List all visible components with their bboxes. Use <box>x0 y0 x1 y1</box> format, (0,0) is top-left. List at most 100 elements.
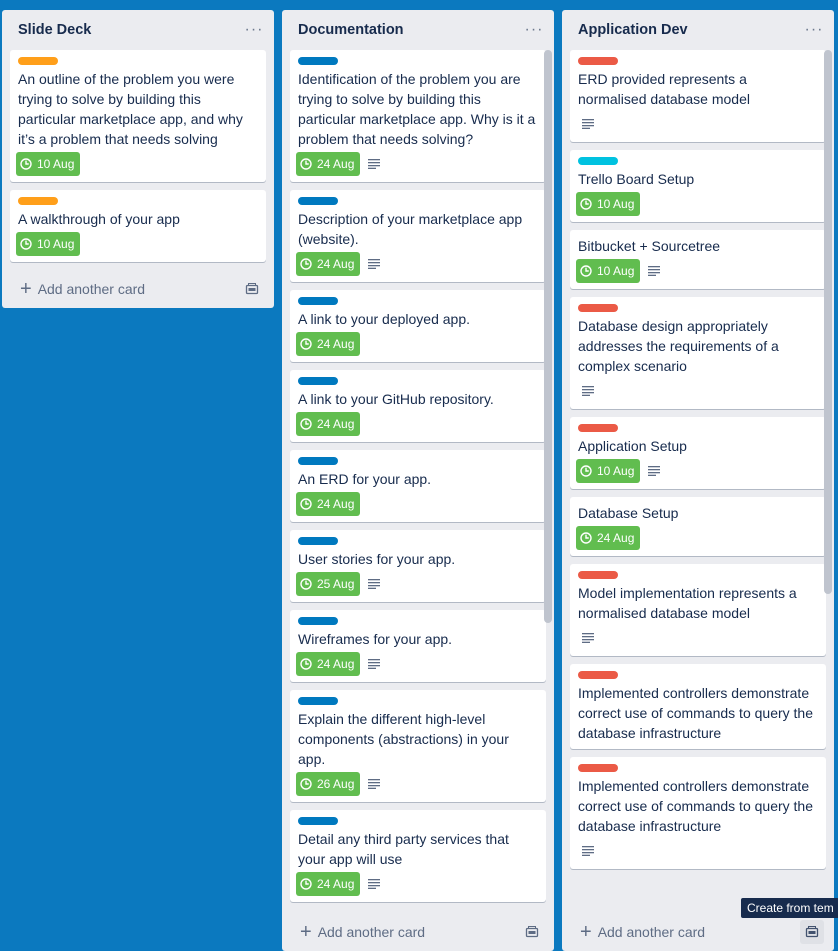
list-title[interactable]: Application Dev <box>578 22 688 38</box>
card-label[interactable] <box>298 697 338 705</box>
list-title[interactable]: Documentation <box>298 22 404 38</box>
card-template-icon[interactable] <box>800 920 824 944</box>
card-template-icon[interactable] <box>240 277 264 301</box>
card-title: An outline of the problem you were tryin… <box>18 71 243 147</box>
list-scrollbar[interactable] <box>824 50 832 594</box>
card[interactable]: Implemented controllers demonstrate corr… <box>570 757 826 869</box>
card-label[interactable] <box>578 671 618 679</box>
add-card-label: Add another card <box>317 924 426 940</box>
description-icon <box>582 626 594 650</box>
add-card-button[interactable]: + Add another card <box>300 922 425 942</box>
list-header[interactable]: Documentation ··· <box>282 10 554 50</box>
card-badges: 10 Aug <box>16 232 258 256</box>
add-card-button[interactable]: + Add another card <box>20 279 145 299</box>
card-label[interactable] <box>298 57 338 65</box>
clock-icon <box>300 418 317 430</box>
due-date-badge[interactable]: 24 Aug <box>296 412 361 436</box>
card-list: An outline of the problem you were tryin… <box>2 50 274 270</box>
due-date-badge[interactable]: 24 Aug <box>296 492 361 516</box>
card[interactable]: A link to your GitHub repository. 24 Aug <box>290 370 546 442</box>
card-label[interactable] <box>578 304 618 312</box>
description-icon <box>368 652 381 676</box>
card-label[interactable] <box>298 817 338 825</box>
description-icon <box>368 772 381 796</box>
card-label[interactable] <box>578 571 618 579</box>
card[interactable]: Identification of the problem you are tr… <box>290 50 546 182</box>
list-slide-deck: Slide Deck ··· An outline of the problem… <box>2 10 274 308</box>
card[interactable]: Model implementation represents a normal… <box>570 564 826 656</box>
due-date-badge[interactable]: 10 Aug <box>576 459 641 483</box>
card-template-icon[interactable] <box>520 920 544 944</box>
card[interactable]: Wireframes for your app. 24 Aug <box>290 610 546 682</box>
list-header[interactable]: Slide Deck ··· <box>2 10 274 50</box>
card[interactable]: An ERD for your app. 24 Aug <box>290 450 546 522</box>
list-title[interactable]: Slide Deck <box>18 22 91 38</box>
card-label[interactable] <box>298 297 338 305</box>
list-scrollbar[interactable] <box>544 50 552 623</box>
description-icon <box>648 259 661 283</box>
card[interactable]: Description of your marketplace app (web… <box>290 190 546 282</box>
card[interactable]: Explain the different high-level compone… <box>290 690 546 802</box>
card-badges <box>576 379 818 403</box>
add-card-label: Add another card <box>597 924 706 940</box>
ellipsis-icon[interactable]: ··· <box>522 18 546 42</box>
card-title: Explain the different high-level compone… <box>298 711 509 767</box>
card[interactable]: A walkthrough of your app 10 Aug <box>10 190 266 262</box>
due-date-text: 24 Aug <box>317 657 355 671</box>
list-header[interactable]: Application Dev ··· <box>562 10 834 50</box>
card-badges <box>576 112 818 136</box>
ellipsis-icon[interactable]: ··· <box>242 18 266 42</box>
card-badges: 24 Aug <box>296 152 538 176</box>
due-date-text: 10 Aug <box>597 464 635 478</box>
due-date-badge[interactable]: 10 Aug <box>16 232 81 256</box>
card-label[interactable] <box>298 457 338 465</box>
card-label[interactable] <box>578 157 618 165</box>
clock-icon <box>300 338 317 350</box>
plus-icon: + <box>580 921 592 943</box>
due-date-text: 24 Aug <box>317 257 355 271</box>
card-label[interactable] <box>578 57 618 65</box>
card-label[interactable] <box>578 764 618 772</box>
due-date-badge[interactable]: 25 Aug <box>296 572 361 596</box>
card[interactable]: A link to your deployed app. 24 Aug <box>290 290 546 362</box>
due-date-badge[interactable]: 24 Aug <box>296 332 361 356</box>
add-card-button[interactable]: + Add another card <box>580 922 705 942</box>
card[interactable]: Detail any third party services that you… <box>290 810 546 902</box>
due-date-badge[interactable]: 26 Aug <box>296 772 361 796</box>
clock-icon <box>300 158 317 170</box>
card[interactable]: Database Setup 24 Aug <box>570 497 826 556</box>
card-label[interactable] <box>298 537 338 545</box>
add-card-row: + Add another card <box>282 913 554 951</box>
due-date-badge[interactable]: 24 Aug <box>296 652 361 676</box>
card[interactable]: ERD provided represents a normalised dat… <box>570 50 826 142</box>
clock-icon <box>300 258 317 270</box>
card-label[interactable] <box>298 197 338 205</box>
card[interactable]: An outline of the problem you were tryin… <box>10 50 266 182</box>
card-label[interactable] <box>18 57 58 65</box>
card[interactable]: Database design appropriately addresses … <box>570 297 826 409</box>
due-date-badge[interactable]: 24 Aug <box>296 152 361 176</box>
card-label[interactable] <box>298 377 338 385</box>
due-date-text: 24 Aug <box>317 497 355 511</box>
card-label[interactable] <box>18 197 58 205</box>
ellipsis-icon[interactable]: ··· <box>802 18 826 42</box>
due-date-badge[interactable]: 10 Aug <box>576 259 641 283</box>
card-label[interactable] <box>578 424 618 432</box>
card-title: A link to your deployed app. <box>298 311 471 327</box>
card-label[interactable] <box>298 617 338 625</box>
due-date-badge[interactable]: 24 Aug <box>296 252 361 276</box>
description-icon <box>368 872 381 896</box>
card[interactable]: Application Setup 10 Aug <box>570 417 826 489</box>
list-application-dev: Application Dev ··· ERD provided represe… <box>562 10 834 951</box>
due-date-badge[interactable]: 24 Aug <box>296 872 361 896</box>
due-date-badge[interactable]: 24 Aug <box>576 526 641 550</box>
due-date-badge[interactable]: 10 Aug <box>16 152 81 176</box>
due-date-badge[interactable]: 10 Aug <box>576 192 641 216</box>
card-title: Trello Board Setup <box>578 171 695 187</box>
card[interactable]: Implemented controllers demonstrate corr… <box>570 664 826 749</box>
card-title: An ERD for your app. <box>298 471 432 487</box>
card-badges: 25 Aug <box>296 572 538 596</box>
card[interactable]: Trello Board Setup 10 Aug <box>570 150 826 222</box>
card[interactable]: User stories for your app. 25 Aug <box>290 530 546 602</box>
card[interactable]: Bitbucket + Sourcetree 10 Aug <box>570 230 826 289</box>
